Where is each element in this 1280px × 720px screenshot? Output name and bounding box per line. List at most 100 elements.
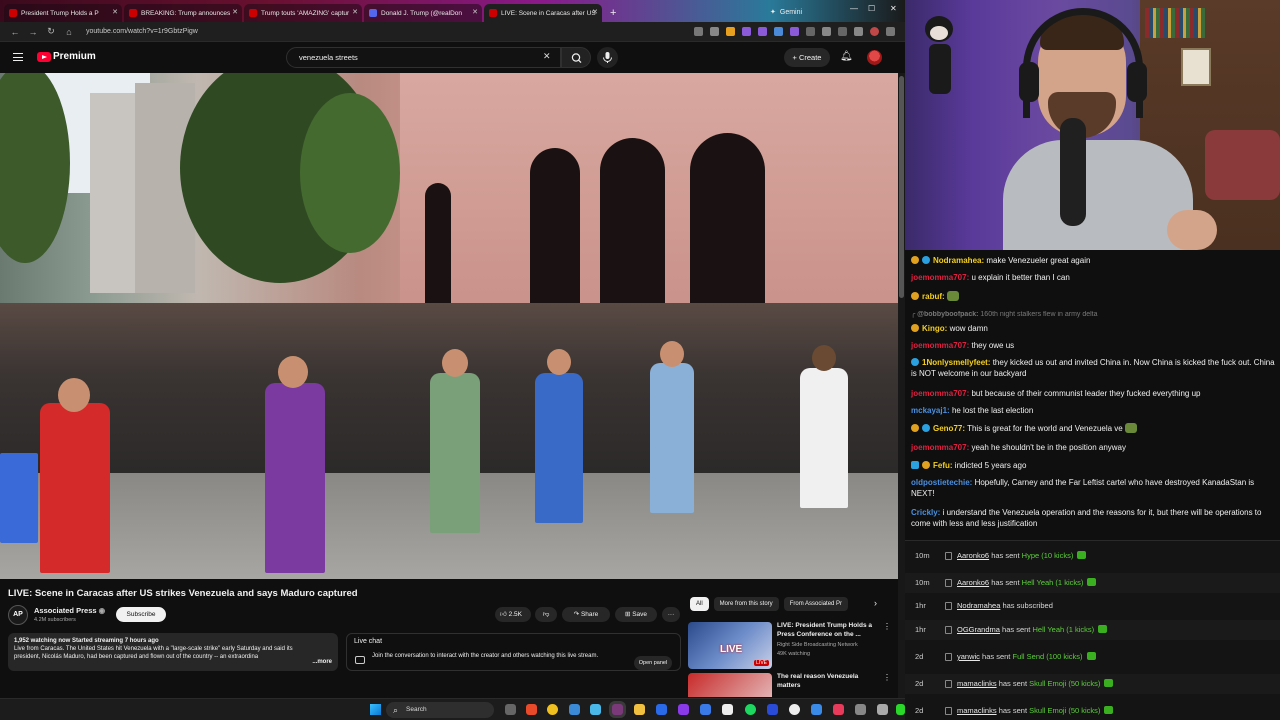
chat-username[interactable]: joemomma707: xyxy=(911,443,969,452)
chat-username[interactable]: Geno77: xyxy=(933,424,965,433)
recommended-video-title[interactable]: LIVE: President Trump Holds a Press Conf… xyxy=(777,622,877,639)
taskbar-app-icon[interactable] xyxy=(767,704,778,715)
more-vert-icon[interactable]: ⋮ xyxy=(883,622,891,631)
extension-icon[interactable] xyxy=(838,27,847,36)
chat-username[interactable]: mckayaj1: xyxy=(911,406,950,415)
windows-start-icon[interactable] xyxy=(370,704,381,715)
create-button[interactable]: + Create xyxy=(784,48,830,67)
event-user[interactable]: mamaclinks xyxy=(957,706,997,715)
taskbar-app-icon[interactable] xyxy=(678,704,689,715)
forward-icon[interactable]: → xyxy=(24,27,42,37)
extension-icon[interactable] xyxy=(774,27,783,36)
taskbar-app-icon[interactable] xyxy=(896,704,905,715)
reload-icon[interactable]: ↻ xyxy=(42,26,60,37)
extension-icon[interactable] xyxy=(854,27,863,36)
chat-username[interactable]: joemomma707: xyxy=(911,273,969,282)
taskbar-app-icon[interactable] xyxy=(656,704,667,715)
taskbar-app-icon[interactable] xyxy=(833,704,844,715)
minimize-icon[interactable]: — xyxy=(850,4,858,13)
spotify-icon[interactable] xyxy=(745,704,756,715)
more-icon[interactable] xyxy=(886,27,895,36)
youtube-logo-icon[interactable] xyxy=(37,52,51,62)
channel-avatar[interactable]: AP xyxy=(8,605,28,625)
event-user[interactable]: Aaronko6 xyxy=(957,551,989,560)
chrome-icon[interactable] xyxy=(547,704,558,715)
profile-icon[interactable] xyxy=(870,27,879,36)
video-thumbnail[interactable] xyxy=(688,673,772,697)
voice-search-button[interactable] xyxy=(597,47,618,68)
filter-chip-all[interactable]: All xyxy=(690,597,709,611)
taskbar-app-icon[interactable] xyxy=(877,704,888,715)
chat-username[interactable]: Nodramahea: xyxy=(933,256,984,265)
recommended-video[interactable]: LIVE LIVE LIVE: President Trump Holds a … xyxy=(688,622,898,672)
chat-username[interactable]: Fefu: xyxy=(933,461,953,470)
extension-icon[interactable] xyxy=(790,27,799,36)
browser-tab[interactable]: President Trump Holds a P ✕ xyxy=(4,4,122,22)
search-input[interactable]: venezuela streets xyxy=(286,47,561,68)
taskbar-app-icon[interactable] xyxy=(590,704,601,715)
close-window-icon[interactable]: ✕ xyxy=(890,4,897,13)
taskbar-app-icon[interactable] xyxy=(505,704,516,715)
taskbar-app-icon[interactable] xyxy=(722,704,733,715)
url-field[interactable]: youtube.com/watch?v=1r9GbtzPigw xyxy=(86,28,198,35)
home-icon[interactable]: ⌂ xyxy=(60,27,78,37)
event-user[interactable]: mamaclinks xyxy=(957,679,997,688)
share-button[interactable]: ↷ Share xyxy=(562,607,610,622)
event-user[interactable]: yanwic xyxy=(957,652,980,661)
extension-icon[interactable] xyxy=(758,27,767,36)
chat-username[interactable]: @bobbyboofpack: xyxy=(917,311,978,318)
chevron-right-icon[interactable]: › xyxy=(874,598,877,608)
open-panel-button[interactable]: Open panel xyxy=(634,656,672,670)
like-button[interactable]: 👍︎ 2.5K xyxy=(495,607,531,622)
chat-username[interactable]: rabuf: xyxy=(922,292,945,301)
new-tab-icon[interactable]: + xyxy=(610,7,616,19)
video-thumbnail[interactable]: LIVE LIVE xyxy=(688,622,772,669)
taskbar-app-icon[interactable] xyxy=(789,704,800,715)
save-button[interactable]: ⊞ Save xyxy=(615,607,657,622)
extension-icon[interactable] xyxy=(694,27,703,36)
recommended-video-channel[interactable]: Right Side Broadcasting Network xyxy=(777,642,858,648)
more-vert-icon[interactable]: ⋮ xyxy=(883,673,891,682)
back-icon[interactable]: ← xyxy=(6,27,24,37)
notifications-bell-icon[interactable]: 🔔︎ xyxy=(840,51,853,62)
extension-icon[interactable] xyxy=(806,27,815,36)
event-user[interactable]: Aaronko6 xyxy=(957,578,989,587)
video-player[interactable] xyxy=(0,73,898,579)
description-more-link[interactable]: ...more xyxy=(312,658,332,666)
search-button[interactable] xyxy=(561,47,591,68)
maximize-icon[interactable]: ☐ xyxy=(868,4,875,13)
subscribe-button[interactable]: Subscribe xyxy=(116,607,166,622)
star-icon[interactable] xyxy=(710,27,719,36)
file-explorer-icon[interactable] xyxy=(634,704,645,715)
chat-username[interactable]: joemomma707: xyxy=(911,341,969,350)
clear-search-icon[interactable]: ✕ xyxy=(543,51,551,62)
taskbar-app-icon[interactable] xyxy=(855,704,866,715)
event-user[interactable]: Nodramahea xyxy=(957,601,1000,610)
browser-tab[interactable]: Trump touts 'AMAZING' captur ✕ xyxy=(244,4,362,22)
account-avatar[interactable] xyxy=(867,50,882,65)
extension-icon[interactable] xyxy=(726,27,735,36)
close-icon[interactable]: ✕ xyxy=(472,8,478,16)
close-icon[interactable]: ✕ xyxy=(232,8,238,16)
browser-tab[interactable]: Donald J. Trump (@realDon ✕ xyxy=(364,4,482,22)
browser-tab-active[interactable]: LIVE: Scene in Caracas after US ✕ xyxy=(484,4,602,22)
filter-chip-more-from-story[interactable]: More from this story xyxy=(713,597,779,611)
chat-username[interactable]: Crickly: xyxy=(911,508,940,517)
chat-username[interactable]: joemomma707: xyxy=(911,389,969,398)
gemini-tab[interactable]: ✦ Gemini xyxy=(770,4,840,20)
extension-icon[interactable] xyxy=(822,27,831,36)
extension-icon[interactable] xyxy=(742,27,751,36)
taskbar-app-icon[interactable] xyxy=(526,704,537,715)
close-icon[interactable]: ✕ xyxy=(352,8,358,16)
dislike-button[interactable]: 👎︎ xyxy=(535,607,557,622)
filter-chip-from-channel[interactable]: From Associated Pr xyxy=(783,597,849,611)
taskbar-app-icon[interactable] xyxy=(612,704,623,715)
more-actions-button[interactable]: ··· xyxy=(662,607,680,622)
recommended-video[interactable]: The real reason Venezuela matters ⋮ xyxy=(688,673,898,697)
description-box[interactable]: 1,952 watching now Started streaming 7 h… xyxy=(8,633,338,671)
taskbar-app-icon[interactable] xyxy=(569,704,580,715)
hamburger-menu-icon[interactable] xyxy=(13,53,23,61)
browser-tab[interactable]: BREAKING: Trump announces ✕ xyxy=(124,4,242,22)
channel-name[interactable]: Associated Press ◉ xyxy=(34,606,105,615)
recommended-video-title[interactable]: The real reason Venezuela matters xyxy=(777,673,877,690)
